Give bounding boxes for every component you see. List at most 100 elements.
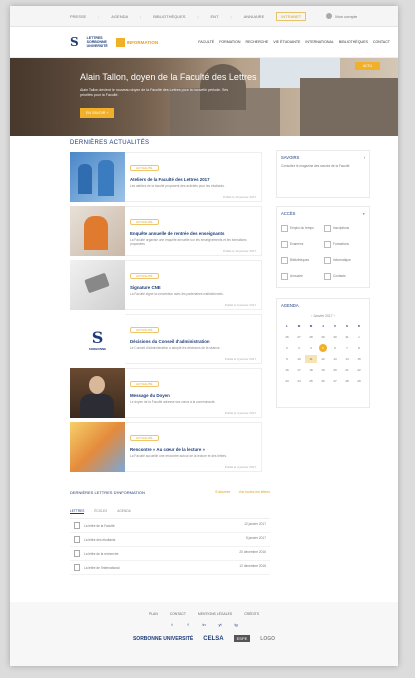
calendar-date[interactable]: 12: [317, 355, 329, 363]
news-title[interactable]: Décisions du Conseil d'administration: [130, 339, 256, 344]
calendar-date[interactable]: 21: [341, 366, 353, 374]
hero-tag-button[interactable]: ACTU: [354, 62, 380, 70]
news-tag[interactable]: ACTUALITÉ: [130, 165, 159, 171]
partner-other-logo[interactable]: LOGO: [260, 636, 275, 642]
news-item[interactable]: ACTUALITÉ Rencontre « Au cœur de la lect…: [70, 422, 262, 472]
news-title[interactable]: Signature CNE: [130, 285, 256, 290]
calendar-date[interactable]: 15: [353, 355, 365, 363]
news-tag[interactable]: ACTUALITÉ: [130, 435, 159, 441]
calendar-date[interactable]: 26: [317, 377, 329, 385]
calendar-date[interactable]: 17: [293, 366, 305, 374]
news-tag[interactable]: ACTUALITÉ: [130, 381, 159, 387]
news-thumbnail[interactable]: [70, 260, 125, 310]
footer-link-contact[interactable]: CONTACT: [170, 612, 186, 616]
news-thumbnail[interactable]: [70, 152, 125, 202]
footer-link-mentions[interactable]: MENTIONS LÉGALES: [198, 612, 232, 616]
news-title[interactable]: Rencontre « Au cœur de la lecture »: [130, 447, 256, 452]
news-title[interactable]: Message du Doyen: [130, 393, 256, 398]
news-item[interactable]: ACTUALITÉ Message du Doyen Le doyen de l…: [70, 368, 262, 418]
calendar-date[interactable]: 19: [317, 366, 329, 374]
topbar-item-agenda[interactable]: AGENDA: [111, 14, 128, 19]
calendar-date[interactable]: 13: [329, 355, 341, 363]
partner-celsa-logo[interactable]: CELSA: [203, 636, 223, 642]
news-thumbnail[interactable]: [70, 206, 125, 256]
calendar-date[interactable]: 2: [281, 344, 293, 352]
newsletter-row[interactable]: La lettre de l'international 12 décembre…: [70, 561, 270, 575]
calendar-date[interactable]: 22: [353, 366, 365, 374]
calendar-date[interactable]: 1: [353, 333, 365, 341]
news-title[interactable]: Ateliers de la Faculté des Lettres 2017: [130, 177, 256, 182]
news-title[interactable]: Enquête annuelle de rentrée des enseigna…: [130, 231, 256, 236]
news-thumbnail[interactable]: S SORBONNE: [70, 314, 125, 364]
search-icon[interactable]: ⌕: [363, 211, 365, 216]
calendar-date[interactable]: 5: [319, 344, 327, 352]
calendar-date[interactable]: 29: [317, 333, 329, 341]
calendar-date[interactable]: 11: [305, 355, 317, 363]
quick-link[interactable]: Annuaire: [281, 270, 322, 282]
partner-espe-logo[interactable]: ESPE: [233, 635, 251, 642]
calendar-date[interactable]: 18: [305, 366, 317, 374]
calendar-date[interactable]: 3: [293, 344, 305, 352]
footer-link-plan[interactable]: PLAN: [149, 612, 158, 616]
sorbonne-logo-icon[interactable]: S: [70, 35, 79, 49]
topbar-item-ent[interactable]: ENT: [211, 14, 219, 19]
calendar-date[interactable]: 28: [305, 333, 317, 341]
calendar-date[interactable]: 27: [329, 377, 341, 385]
calendar-date[interactable]: 4: [305, 344, 317, 352]
news-tag[interactable]: ACTUALITÉ: [130, 219, 159, 225]
quick-link[interactable]: Examens: [281, 238, 322, 250]
facebook-icon[interactable]: f: [185, 621, 192, 628]
calendar-date[interactable]: 31: [341, 333, 353, 341]
quick-link[interactable]: Contacts: [324, 270, 365, 282]
calendar-date[interactable]: 28: [341, 377, 353, 385]
news-item[interactable]: ACTUALITÉ Ateliers de la Faculté des Let…: [70, 152, 262, 202]
news-item[interactable]: ACTUALITÉ Enquête annuelle de rentrée de…: [70, 206, 262, 256]
footer-link-credits[interactable]: CRÉDITS: [244, 612, 259, 616]
news-thumbnail[interactable]: [70, 368, 125, 418]
tab-agenda[interactable]: AGENDA: [117, 509, 130, 514]
topbar-item-annuaire[interactable]: ANNUAIRE: [244, 14, 265, 19]
calendar-date[interactable]: 26: [281, 333, 293, 341]
nav-item-vie-etudiante[interactable]: VIE ÉTUDIANTE: [273, 40, 300, 44]
calendar-date[interactable]: 16: [281, 366, 293, 374]
quick-link[interactable]: Inscriptions: [324, 222, 365, 234]
news-item[interactable]: S SORBONNE ACTUALITÉ Décisions du Consei…: [70, 314, 262, 364]
quick-link[interactable]: Bibliothèques: [281, 254, 322, 266]
partner-sorbonne-logo[interactable]: SORBONNE UNIVERSITÉ: [133, 636, 193, 642]
newsletter-row[interactable]: La lettre de la Faculté 12 janvier 2017: [70, 519, 270, 533]
calendar-date[interactable]: 27: [293, 333, 305, 341]
news-tag[interactable]: ACTUALITÉ: [130, 327, 159, 333]
twitter-icon[interactable]: t: [169, 621, 176, 628]
user-account-link[interactable]: Mon compte: [326, 13, 357, 19]
nav-item-faculte[interactable]: FACULTÉ: [198, 40, 214, 44]
calendar-date[interactable]: 10: [293, 355, 305, 363]
hero-more-button[interactable]: EN SAVOIR +: [80, 108, 115, 118]
news-thumbnail[interactable]: [70, 422, 125, 472]
calendar-date[interactable]: 14: [341, 355, 353, 363]
calendar-date[interactable]: 30: [329, 333, 341, 341]
topbar-item-presse[interactable]: PRESSE: [70, 14, 86, 19]
tab-ecoles[interactable]: ÉCOLES: [94, 509, 107, 514]
nav-item-recherche[interactable]: RECHERCHE: [245, 40, 268, 44]
subscribe-link[interactable]: S'abonner: [215, 490, 230, 495]
all-letters-link[interactable]: Voir toutes les lettres: [239, 490, 270, 495]
calendar-date[interactable]: 20: [329, 366, 341, 374]
chevron-right-icon[interactable]: ›: [334, 314, 335, 318]
calendar-date[interactable]: 29: [353, 377, 365, 385]
newsletter-row[interactable]: La lettre des étudiants 5 janvier 2017: [70, 533, 270, 547]
calendar-date[interactable]: 23: [281, 377, 293, 385]
secondary-logo[interactable]: INFORMATION: [115, 37, 158, 47]
topbar-item-bibliotheques[interactable]: BIBLIOTHÈQUES: [153, 14, 185, 19]
nav-item-international[interactable]: INTERNATIONAL: [305, 40, 334, 44]
calendar-date[interactable]: 6: [329, 344, 341, 352]
nav-item-formation[interactable]: FORMATION: [219, 40, 240, 44]
quick-link[interactable]: Emploi du temps: [281, 222, 322, 234]
instagram-icon[interactable]: ig: [233, 621, 240, 628]
calendar-date[interactable]: 8: [353, 344, 365, 352]
calendar-date[interactable]: 25: [305, 377, 317, 385]
linkedin-icon[interactable]: in: [201, 621, 208, 628]
newsletter-row[interactable]: La lettre de la recherche 20 décembre 20…: [70, 547, 270, 561]
nav-item-bibliotheques[interactable]: BIBLIOTHÈQUES: [339, 40, 368, 44]
arrow-right-icon[interactable]: ›: [364, 155, 365, 160]
calendar-date[interactable]: 7: [341, 344, 353, 352]
